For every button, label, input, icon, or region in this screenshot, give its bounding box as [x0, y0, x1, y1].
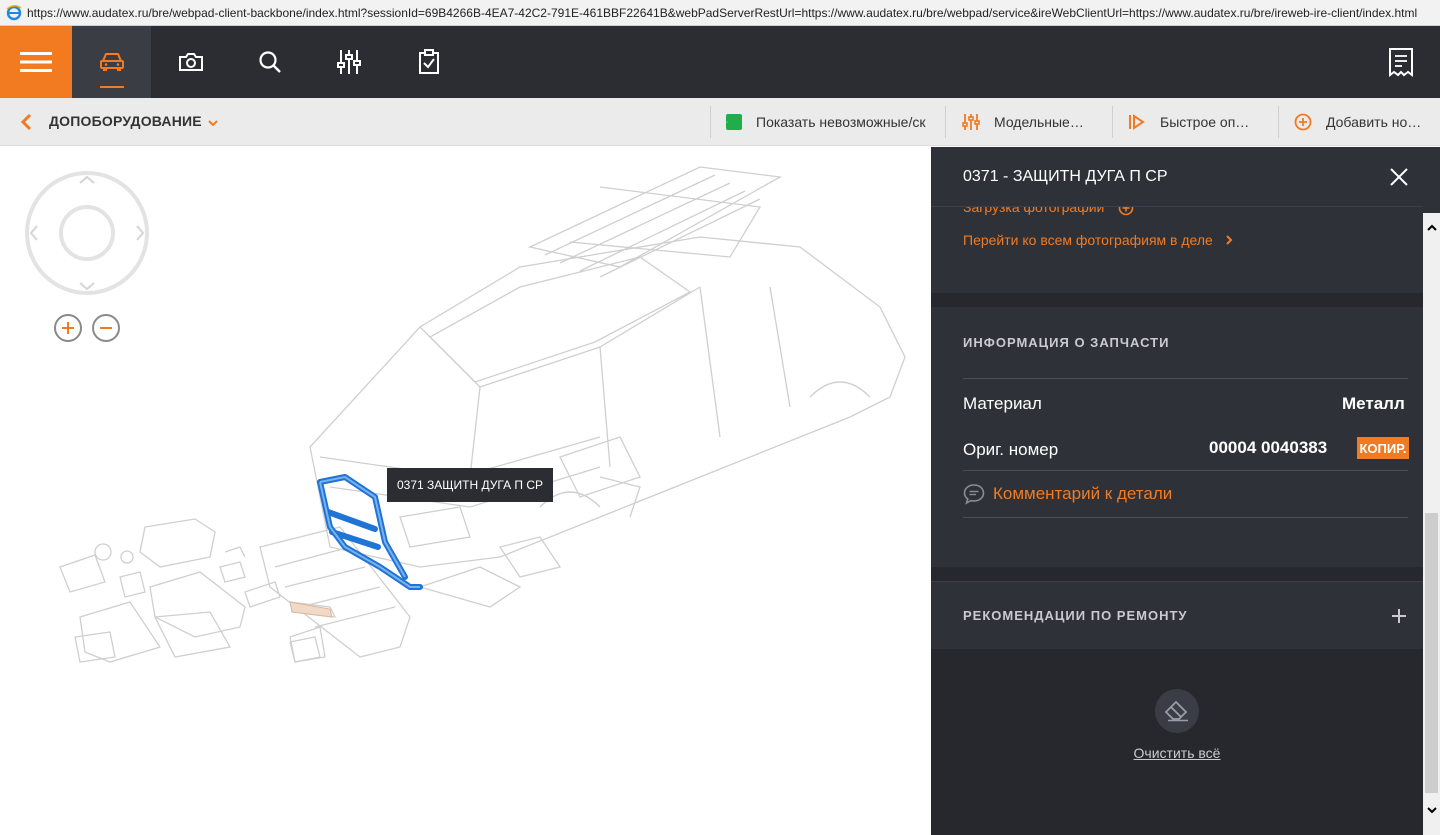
eraser-icon: [1164, 700, 1188, 722]
pan-control-icon[interactable]: [23, 169, 151, 297]
active-tab-indicator: [100, 86, 124, 88]
zoom-in-button[interactable]: [54, 314, 82, 342]
orig-number-value: 00004 0040383: [1209, 438, 1328, 457]
scroll-up-icon[interactable]: [1423, 219, 1440, 236]
plus-icon: [62, 322, 74, 334]
sliders-icon: [336, 50, 361, 74]
clear-all-button[interactable]: [1155, 689, 1199, 733]
material-label: Материал: [963, 394, 1042, 413]
section-divider: [931, 293, 1423, 307]
all-photos-label: Перейти ко всем фотографиям в деле: [963, 232, 1213, 248]
toolbar-divider: [710, 106, 711, 138]
scroll-down-icon[interactable]: [1423, 801, 1440, 818]
show-impossible-toggle[interactable]: Показать невозможные/ск: [726, 98, 941, 146]
part-tooltip: 0371 ЗАЩИТН ДУГА П СР: [387, 468, 553, 502]
vehicle-tab-button[interactable]: [72, 26, 151, 98]
panel-footer: Очистить всё: [931, 649, 1423, 835]
section-title[interactable]: ДОПОБОРУДОВАНИЕ: [49, 113, 202, 129]
orig-number-label: Ориг. номер: [963, 440, 1059, 459]
all-photos-link[interactable]: Перейти ко всем фотографиям в деле: [963, 232, 1233, 248]
row-divider: [963, 470, 1408, 471]
camera-icon: [178, 53, 203, 71]
chevron-down-icon[interactable]: [207, 115, 219, 133]
browser-url[interactable]: https://www.audatex.ru/bre/webpad-client…: [27, 6, 1437, 20]
row-divider: [963, 378, 1408, 379]
toolbar-divider: [1278, 106, 1279, 138]
material-value: Металл: [1342, 394, 1405, 413]
parts-diagram-viewer[interactable]: 0371 ЗАЩИТН ДУГА П СР: [0, 147, 931, 835]
add-new-button[interactable]: Добавить но…: [1294, 98, 1421, 146]
minus-icon: [100, 327, 112, 329]
car-icon: [99, 53, 124, 71]
camera-button[interactable]: [151, 26, 230, 98]
panel-title: 0371 - ЗАЩИТН ДУГА П СР: [963, 168, 1168, 185]
receipt-icon: [1388, 48, 1413, 77]
part-comment-label: Комментарий к детали: [993, 484, 1173, 503]
browser-address-bar[interactable]: https://www.audatex.ru/bre/webpad-client…: [0, 0, 1440, 26]
section-divider: [931, 567, 1423, 581]
model-options-label: Модельные…: [994, 114, 1084, 130]
add-new-label: Добавить но…: [1326, 114, 1422, 130]
copy-button[interactable]: КОПИР.: [1357, 437, 1409, 459]
model-options-button[interactable]: Модельные…: [962, 98, 1084, 146]
part-info-heading: ИНФОРМАЦИЯ О ЗАПЧАСТИ: [963, 335, 1170, 350]
search-button[interactable]: [230, 26, 309, 98]
report-button[interactable]: [1361, 26, 1440, 98]
quick-operation-label: Быстрое оп…: [1160, 114, 1250, 130]
panel-header: 0371 - ЗАЩИТН ДУГА П СР: [931, 147, 1423, 207]
checklist-button[interactable]: [389, 26, 468, 98]
part-comment-link[interactable]: Комментарий к детали: [963, 483, 1172, 505]
sliders-icon: [962, 114, 980, 130]
show-impossible-label: Показать невозможные/ск: [756, 114, 926, 130]
checkbox-checked-icon[interactable]: [726, 114, 742, 130]
chevron-right-icon: [1226, 235, 1233, 245]
search-icon: [258, 51, 281, 73]
row-divider: [963, 517, 1408, 518]
menu-button[interactable]: [0, 26, 72, 98]
browser-logo-icon: [3, 2, 25, 24]
comment-icon: [963, 484, 985, 505]
close-icon[interactable]: [1387, 165, 1411, 194]
clipboard-check-icon: [418, 49, 439, 74]
repair-recommendations-heading: РЕКОМЕНДАЦИИ ПО РЕМОНТУ: [963, 608, 1188, 623]
toolbar-divider: [945, 106, 946, 138]
repair-recommendations-section[interactable]: РЕКОМЕНДАЦИИ ПО РЕМОНТУ: [931, 581, 1423, 649]
expand-plus-icon[interactable]: [1391, 608, 1407, 629]
clear-all-link[interactable]: Очистить всё: [931, 745, 1423, 761]
filters-button[interactable]: [309, 26, 388, 98]
top-navigation: [0, 26, 1440, 98]
zoom-out-button[interactable]: [92, 314, 120, 342]
back-chevron-icon[interactable]: [18, 112, 34, 137]
sub-toolbar: ДОПОБОРУДОВАНИЕ Показать невозможные/ск …: [0, 98, 1440, 146]
panel-scrollbar[interactable]: [1423, 213, 1440, 835]
part-details-panel: Загрузка фотографии 0371 - ЗАЩИТН ДУГА П…: [931, 147, 1440, 835]
toolbar-divider: [1112, 106, 1113, 138]
quick-operation-button[interactable]: Быстрое оп…: [1128, 98, 1249, 146]
menu-icon: [20, 52, 52, 72]
scrollbar-thumb[interactable]: [1425, 513, 1438, 793]
add-circle-icon: [1294, 113, 1312, 131]
quick-play-icon: [1129, 114, 1145, 130]
